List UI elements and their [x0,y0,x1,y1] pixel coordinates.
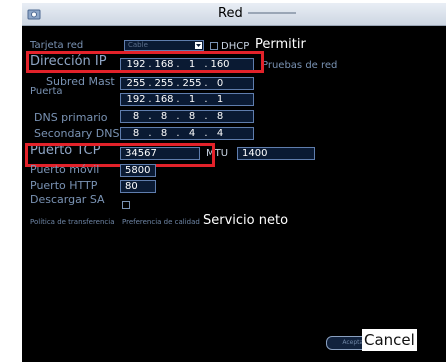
gateway-label: Puerta [30,86,63,97]
gateway-field[interactable]: 192. 168. 1. 1 [120,93,254,106]
dns2-octet: 4 [188,128,196,139]
gateway-octet: 168 [154,94,174,105]
subnet-octet: 255 [126,78,146,89]
dns2-octet: 8 [160,128,168,139]
network-settings-icon [27,6,41,20]
gateway-octet: 1 [188,94,196,105]
dns-octet: 8 [188,111,196,122]
mobile-port-label: Puerto móvil [30,163,100,176]
network-test-label: Pruebas de red [262,60,338,71]
net-service-overlay-label: Servicio neto [203,213,289,228]
dhcp-checkbox[interactable] [210,42,218,50]
http-port-field[interactable]: 80 [120,180,156,193]
dns2-octet: 8 [132,128,140,139]
network-card-select[interactable]: Cable [124,40,204,51]
cancel-button[interactable]: Cancel [362,329,417,351]
network-settings-window: Red Tarjeta red Cable DHCP Permitir Dire… [22,3,446,362]
mobile-port-field[interactable]: 5800 [120,164,156,177]
gateway-octet: 192 [126,94,146,105]
left-margin [0,0,22,362]
dns-octet: 8 [160,111,168,122]
chevron-down-icon [195,42,202,49]
transfer-policy-label: Política de transferencia [30,218,115,226]
subnet-mask-field[interactable]: 255. 255. 255. 0 [120,77,254,90]
primary-dns-field[interactable]: 8.8.8.8 [120,110,254,123]
dns-octet: 8 [216,111,224,122]
http-port-label: Puerto HTTP [30,179,98,192]
gateway-octet: 1 [216,94,224,105]
title-bar: Red [22,3,446,26]
dhcp-overlay-label: Permitir [255,37,306,52]
window-title: Red [218,6,243,21]
dns-octet: 8 [132,111,140,122]
transfer-policy-value[interactable]: Preferencia de calidad [122,216,200,228]
download-sa-checkbox[interactable] [122,201,130,209]
mtu-field[interactable]: 1400 [237,147,315,160]
dns2-octet: 4 [216,128,224,139]
subnet-octet: 255 [154,78,174,89]
highlight-box-ip [26,51,264,73]
primary-dns-label: DNS primario [34,111,108,124]
secondary-dns-field[interactable]: 8.8.4.4 [120,127,254,140]
download-sa-label: Descargar SA [30,193,105,206]
title-underline [248,12,296,14]
subnet-octet: 0 [216,78,224,89]
subnet-octet: 255 [182,78,202,89]
network-card-value: Cable [128,41,148,49]
secondary-dns-label: Secondary DNS [34,127,120,140]
